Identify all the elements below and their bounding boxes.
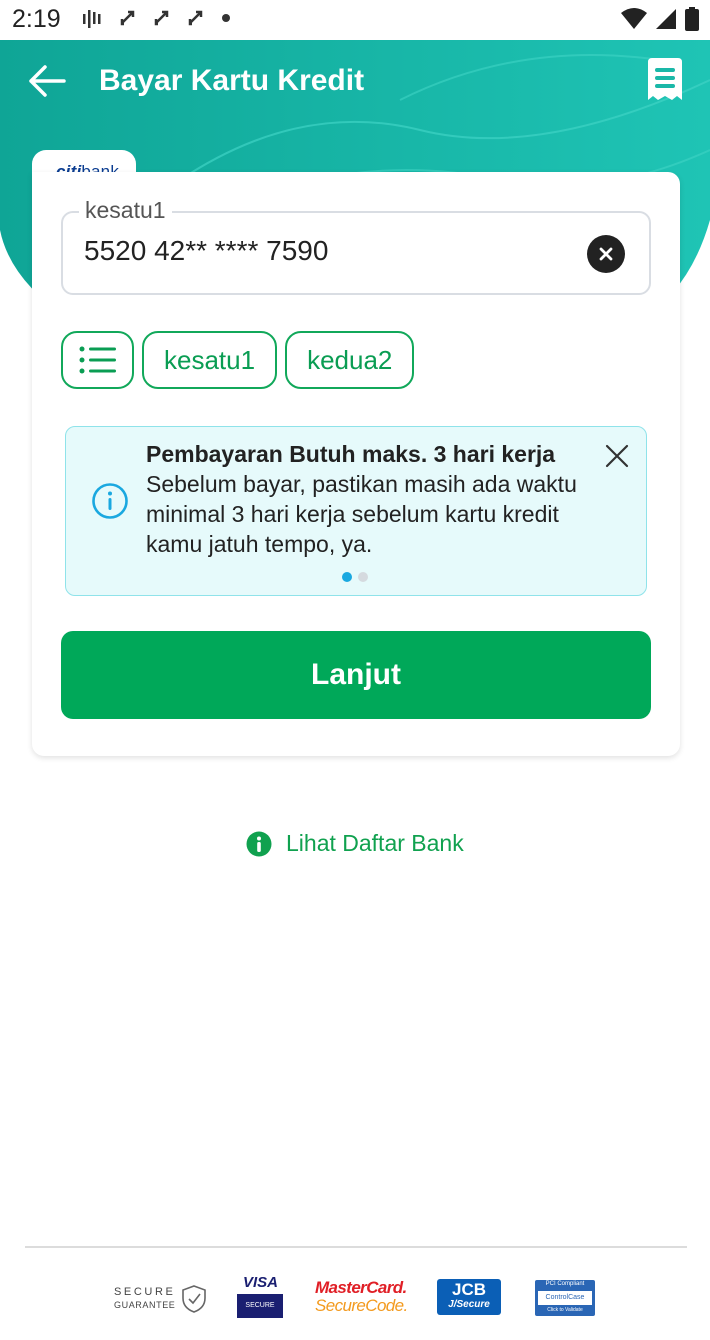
pci-middle: ControlCase [538,1291,592,1305]
secure-guarantee-top: SECURE [114,1286,176,1298]
carousel-dots [342,572,368,582]
receipt-icon [648,58,682,100]
secure-guarantee-bottom: GUARANTEE [114,1300,176,1310]
verified-by-visa-logo: VISA SECURE [237,1274,284,1320]
jcb-top: JCB [451,1280,486,1299]
sync-icon [120,10,135,26]
carousel-dot-active[interactable] [342,572,352,582]
signal-activity-icon [83,10,101,28]
status-time: 2:19 [12,5,61,33]
info-banner: Pembayaran Butuh maks. 3 hari kerja Sebe… [65,426,647,596]
sync-icon [154,10,169,26]
close-icon [605,444,629,468]
continue-button[interactable]: Lanjut [61,631,651,719]
pci-compliant-logo: PCI Compliant ControlCase Click to Valid… [535,1280,595,1316]
secure-guarantee-logo: SECURE GUARANTEE [112,1282,212,1320]
info-icon [92,483,128,519]
bank-list-link-label: Lihat Daftar Bank [286,830,464,856]
notification-icons [82,6,232,30]
close-icon [599,247,613,261]
status-bar: 2:19 [0,0,710,40]
bank-list-link[interactable]: Lihat Daftar Bank [246,830,464,857]
footer-divider [25,1246,687,1248]
payment-card: kesatu1 5520 42** **** 7590 kesatu1 kedu… [32,172,680,756]
cell-signal-icon [656,9,676,29]
sync-icon [188,10,203,26]
info-banner-title: Pembayaran Butuh maks. 3 hari kerja [146,441,556,467]
card-number-field[interactable]: kesatu1 5520 42** **** 7590 [61,197,651,295]
saved-card-chip[interactable]: kesatu1 [142,331,278,389]
carousel-dot[interactable] [358,572,368,582]
saved-card-chip[interactable]: kedua2 [285,331,415,389]
shield-check-icon [182,1285,206,1313]
info-filled-icon [246,831,272,856]
jcb-bottom: J/Secure [448,1299,490,1310]
page-title: Bayar Kartu Kredit [99,64,365,97]
card-number-value[interactable]: 5520 42** **** 7590 [84,235,564,267]
jcb-jsecure-logo: JCB J/Secure [437,1279,501,1315]
system-icons [620,6,700,32]
card-number-label: kesatu1 [79,197,172,224]
info-banner-close-button[interactable] [602,441,632,471]
arrow-left-icon [29,65,66,97]
security-logos: SECURE GUARANTEE VISA SECURE MasterCard.… [112,1274,602,1324]
mastercard-securecode-logo: MasterCard. SecureCode. [315,1278,411,1320]
pci-top: PCI Compliant [545,1281,585,1287]
saved-cards-chips: kesatu1 kedua2 [61,331,415,389]
pci-bottom: Click to Validate [547,1307,583,1313]
visa-top: VISA [243,1274,279,1291]
info-banner-text: Sebelum bayar, pastikan masih ada waktu … [146,471,577,557]
visa-bottom: SECURE [237,1294,283,1318]
battery-icon [685,7,699,31]
list-icon [79,346,116,374]
wifi-icon [621,8,647,29]
mastercard-bottom: SecureCode. [315,1296,408,1315]
clear-button[interactable] [587,235,625,273]
transaction-history-button[interactable] [644,56,686,104]
back-button[interactable] [26,62,68,100]
saved-list-button[interactable] [61,331,134,389]
mastercard-top: MasterCard. [315,1278,407,1297]
dot-icon [222,14,230,22]
